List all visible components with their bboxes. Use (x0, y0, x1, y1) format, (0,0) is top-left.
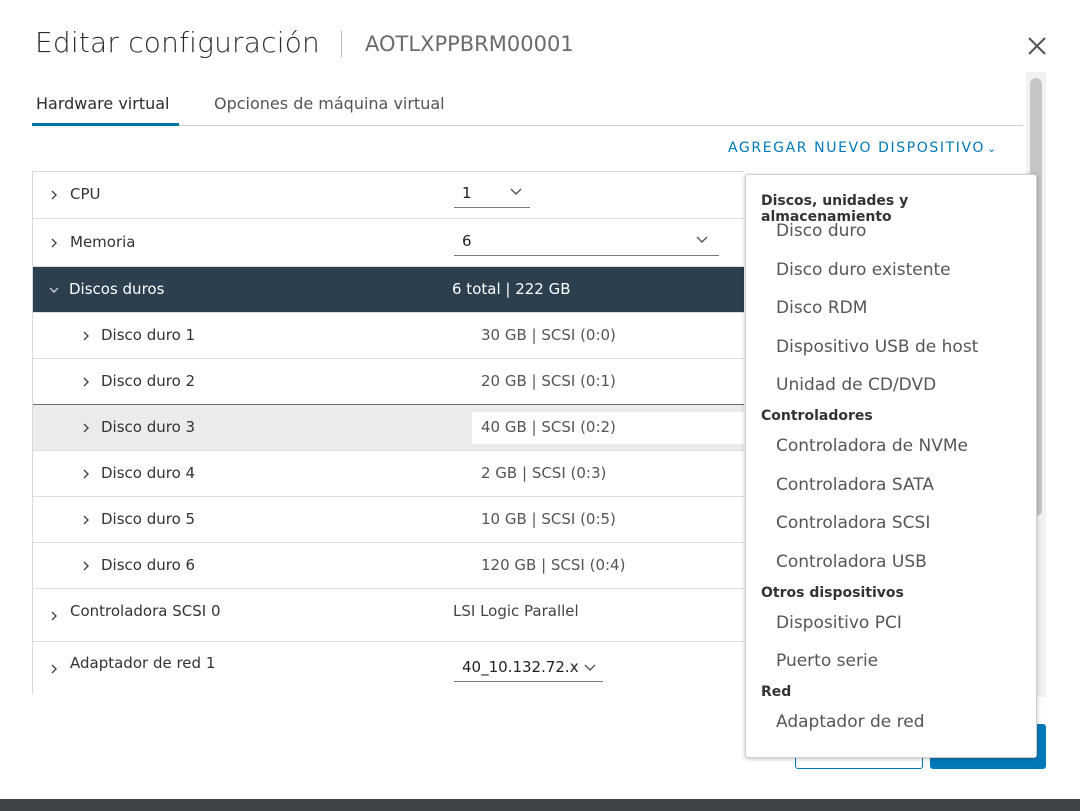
chevron-right-icon[interactable] (49, 238, 59, 248)
chevron-down-icon (584, 664, 596, 671)
scsi-controller-label: Controladora SCSI 0 (70, 602, 221, 620)
add-new-device-label: AGREGAR NUEVO DISPOSITIVO (728, 140, 986, 156)
disk-row-1[interactable]: Disco duro 1 30 GB | SCSI (0:0) (33, 313, 744, 359)
disk-value: 40 GB | SCSI (0:2) (481, 418, 616, 436)
add-device-dropdown-menu: Discos, unidades y almacenamiento Disco … (745, 174, 1037, 758)
network-select[interactable]: 40_10.132.72.x (454, 654, 603, 682)
menu-item-serial-port[interactable]: Puerto serie (776, 651, 878, 671)
tab-vm-options[interactable]: Opciones de máquina virtual (210, 92, 449, 126)
chevron-right-icon[interactable] (81, 561, 91, 571)
disk-value: 30 GB | SCSI (0:0) (481, 326, 616, 344)
chevron-down-icon (510, 188, 522, 195)
chevron-down-icon (696, 236, 708, 243)
disk-label: Disco duro 6 (101, 556, 196, 574)
disk-row-2[interactable]: Disco duro 2 20 GB | SCSI (0:1) (33, 359, 744, 405)
chevron-right-icon[interactable] (81, 377, 91, 387)
memory-select[interactable]: 6 (454, 230, 719, 256)
add-new-device-button[interactable]: AGREGAR NUEVO DISPOSITIVO ⌄ (728, 140, 998, 156)
network-value: 40_10.132.72.x (462, 658, 579, 676)
menu-item-rdm-disk[interactable]: Disco RDM (776, 298, 867, 318)
menu-item-sata-controller[interactable]: Controladora SATA (776, 475, 934, 495)
hard-disks-group-row[interactable]: Discos duros 6 total | 222 GB (33, 267, 744, 313)
menu-group-header: Otros dispositivos (761, 585, 904, 601)
disk-label: Disco duro 1 (101, 326, 196, 344)
close-button[interactable] (1024, 33, 1050, 59)
disk-label: Disco duro 4 (101, 464, 196, 482)
memory-row[interactable]: Memoria 6 (33, 219, 744, 267)
menu-group-header: Red (761, 684, 792, 700)
chevron-right-icon[interactable] (81, 331, 91, 341)
title-divider (341, 31, 342, 57)
cpu-value: 1 (462, 184, 472, 202)
menu-item-cd-dvd-drive[interactable]: Unidad de CD/DVD (776, 375, 936, 395)
menu-item-nvme-controller[interactable]: Controladora de NVMe (776, 436, 968, 456)
disk-label: Disco duro 3 (101, 418, 196, 436)
network-adapter-row[interactable]: Adaptador de red 1 40_10.132.72.x (33, 642, 744, 694)
hard-disks-label: Discos duros (69, 280, 165, 298)
menu-item-usb-controller[interactable]: Controladora USB (776, 552, 927, 572)
chevron-right-icon[interactable] (49, 611, 59, 621)
menu-item-pci-device[interactable]: Dispositivo PCI (776, 613, 902, 633)
disk-label: Disco duro 2 (101, 372, 196, 390)
scsi-controller-value: LSI Logic Parallel (453, 602, 579, 620)
cpu-row[interactable]: CPU 1 (33, 172, 744, 219)
disk-row-4[interactable]: Disco duro 4 2 GB | SCSI (0:3) (33, 451, 744, 497)
hard-disks-summary: 6 total | 222 GB (452, 280, 571, 298)
memory-value: 6 (462, 232, 472, 250)
chevron-right-icon[interactable] (49, 190, 59, 200)
tab-hardware-virtual[interactable]: Hardware virtual (32, 92, 179, 126)
menu-item-hard-disk[interactable]: Disco duro (776, 221, 866, 241)
disk-label: Disco duro 5 (101, 510, 196, 528)
vm-name: AOTLXPPBRM00001 (365, 32, 574, 56)
menu-item-host-usb-device[interactable]: Dispositivo USB de host (776, 337, 978, 357)
disk-value: 120 GB | SCSI (0:4) (481, 556, 626, 574)
disk-row-3[interactable]: Disco duro 3 40 GB | SCSI (0:2) (33, 404, 744, 451)
edit-settings-dialog: Editar configuración AOTLXPPBRM00001 Har… (0, 0, 1080, 799)
disk-row-5[interactable]: Disco duro 5 10 GB | SCSI (0:5) (33, 497, 744, 543)
chevron-right-icon[interactable] (81, 423, 91, 433)
menu-group-header: Controladores (761, 408, 873, 424)
disk-value: 2 GB | SCSI (0:3) (481, 464, 607, 482)
chevron-right-icon[interactable] (49, 664, 59, 674)
menu-item-scsi-controller[interactable]: Controladora SCSI (776, 513, 930, 533)
tab-bar: Hardware virtual Opciones de máquina vir… (32, 92, 1023, 126)
chevron-down-icon[interactable] (49, 285, 59, 295)
disk-row-6[interactable]: Disco duro 6 120 GB | SCSI (0:4) (33, 543, 744, 589)
disk-value: 10 GB | SCSI (0:5) (481, 510, 616, 528)
menu-item-existing-hard-disk[interactable]: Disco duro existente (776, 260, 951, 280)
scsi-controller-row[interactable]: Controladora SCSI 0 LSI Logic Parallel (33, 589, 744, 642)
disk-value: 20 GB | SCSI (0:1) (481, 372, 616, 390)
chevron-right-icon[interactable] (81, 515, 91, 525)
hardware-grid: CPU 1 Memoria 6 Discos duros 6 total | 2… (32, 171, 744, 694)
network-adapter-label: Adaptador de red 1 (70, 654, 216, 672)
cpu-label: CPU (70, 185, 101, 203)
chevron-down-icon: ⌄ (987, 142, 998, 155)
cpu-select[interactable]: 1 (454, 182, 530, 208)
dialog-title: Editar configuración (35, 26, 320, 59)
menu-item-network-adapter[interactable]: Adaptador de red (776, 712, 925, 732)
memory-label: Memoria (70, 233, 136, 251)
close-icon (1028, 37, 1046, 55)
chevron-right-icon[interactable] (81, 469, 91, 479)
